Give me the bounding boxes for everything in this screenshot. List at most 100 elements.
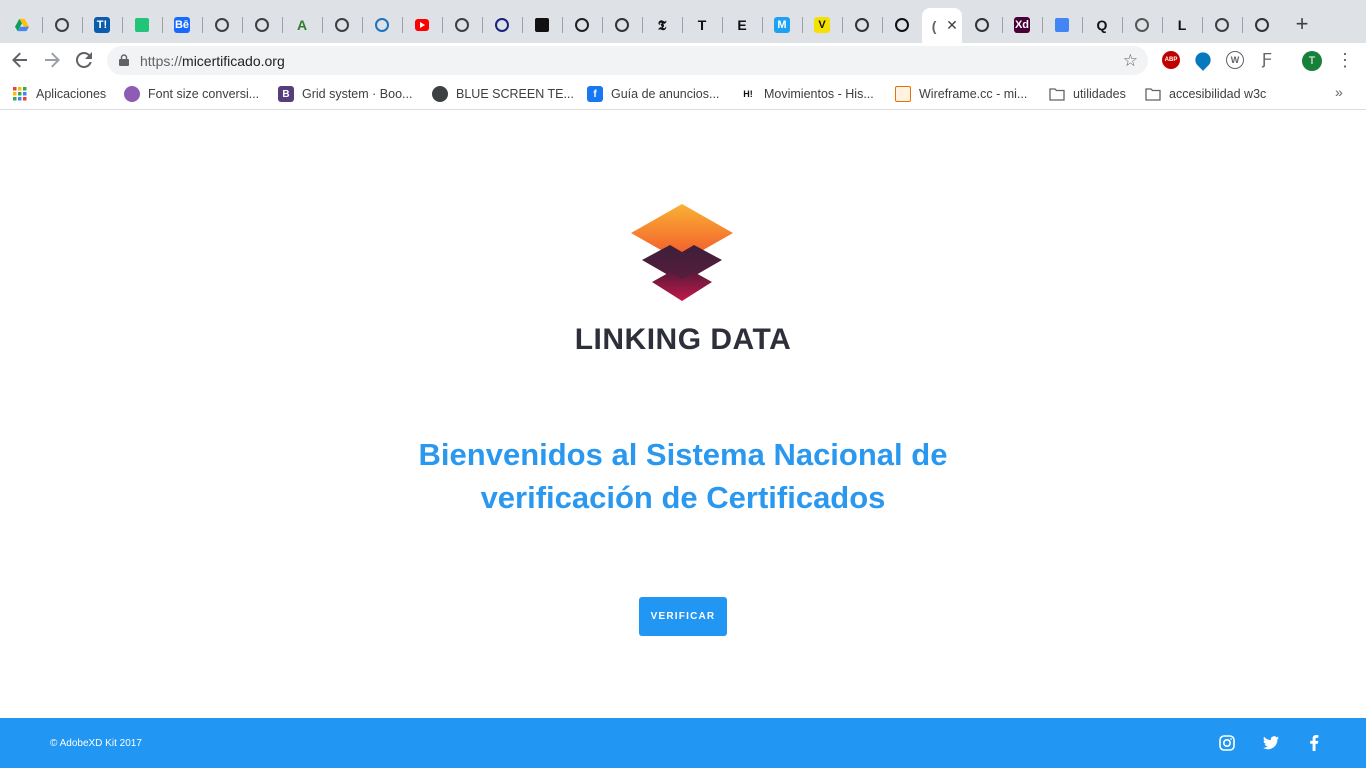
q-letter-icon: Q xyxy=(1096,17,1108,33)
browser-tab[interactable] xyxy=(322,9,362,41)
face-icon xyxy=(615,18,629,32)
browser-tab[interactable]: L xyxy=(1162,9,1202,41)
url-host: micertificado.org xyxy=(182,53,285,69)
welcome-heading: Bienvenidos al Sistema Nacional de verif… xyxy=(383,433,983,519)
back-arrow-icon xyxy=(12,52,27,68)
close-tab-icon[interactable]: ✕ xyxy=(946,17,958,34)
twitter-icon[interactable] xyxy=(1263,735,1279,751)
browser-tab[interactable] xyxy=(442,9,482,41)
wappalyzer-icon[interactable]: W xyxy=(1226,51,1244,69)
bookmark-label: utilidades xyxy=(1073,87,1126,101)
google-docs-icon xyxy=(1055,18,1069,32)
verify-button[interactable]: VERIFICAR xyxy=(639,597,727,636)
tab-strip: T! Bē A 𝕿 T E M V (✕ Xd Q L + xyxy=(0,0,1366,43)
profile-avatar[interactable]: T xyxy=(1302,51,1322,71)
browser-tab[interactable] xyxy=(362,9,402,41)
behance-icon: Bē xyxy=(174,17,190,33)
bookmark-label: Movimientos - His... xyxy=(764,87,874,101)
browser-toolbar: https://micertificado.org ☆ ABP W Ƒ T ⋮ xyxy=(0,43,1366,78)
stack-icon xyxy=(1135,18,1149,32)
pdf-icon xyxy=(855,18,869,32)
bookmark-star-icon[interactable]: ☆ xyxy=(1123,51,1138,71)
adblock-icon[interactable]: ABP xyxy=(1162,51,1180,69)
bird-icon xyxy=(375,18,389,32)
browser-tab[interactable]: M xyxy=(762,9,802,41)
globe-icon xyxy=(55,18,69,32)
bookmark-label: accesibilidad w3c xyxy=(1169,87,1267,101)
apps-grid-icon xyxy=(12,86,28,102)
bookmark-item[interactable]: BLUE SCREEN TE... xyxy=(432,84,574,104)
browser-tab[interactable] xyxy=(42,9,82,41)
font-icon[interactable]: Ƒ xyxy=(1258,51,1276,69)
chrome-icon xyxy=(1255,18,1269,32)
bookmark-item[interactable]: H! Movimientos - His... xyxy=(740,84,874,104)
browser-tab[interactable] xyxy=(842,9,882,41)
browser-tab[interactable] xyxy=(1202,9,1242,41)
bootstrap-icon: B xyxy=(278,86,294,102)
google-drive-icon xyxy=(15,18,29,32)
browser-tab[interactable] xyxy=(882,9,922,41)
back-button[interactable] xyxy=(7,47,33,73)
globe-icon xyxy=(432,86,448,102)
url-scheme: https:// xyxy=(140,53,183,69)
browser-tab[interactable] xyxy=(242,9,282,41)
browser-tab[interactable] xyxy=(202,9,242,41)
browser-tab[interactable]: Bē xyxy=(162,9,202,41)
browser-tab[interactable] xyxy=(2,9,42,41)
e-letter-icon: E xyxy=(737,17,747,33)
browser-tab[interactable]: Xd xyxy=(1002,9,1042,41)
page-content: LINKING DATA Bienvenidos al Sistema Naci… xyxy=(0,111,1366,718)
a-letter-icon: A xyxy=(296,17,308,33)
ha-icon: H! xyxy=(743,89,753,99)
bookmark-item[interactable]: Font size conversi... xyxy=(124,84,259,104)
black-square-icon xyxy=(535,18,549,32)
browser-tab[interactable] xyxy=(1242,9,1282,41)
globe-icon xyxy=(335,18,349,32)
browser-tab[interactable] xyxy=(522,9,562,41)
browser-tab[interactable]: (✕ xyxy=(922,8,962,43)
bookmark-item[interactable]: accesibilidad w3c xyxy=(1145,84,1266,104)
browser-tab[interactable] xyxy=(1042,9,1082,41)
new-tab-button[interactable]: + xyxy=(1290,13,1314,37)
welcome-heading-line-2: verificación de Certificados xyxy=(480,480,886,515)
browser-tab[interactable]: Q xyxy=(1082,9,1122,41)
browser-tab[interactable]: T xyxy=(682,9,722,41)
facebook-icon[interactable] xyxy=(1306,735,1322,751)
stripes-icon xyxy=(575,18,589,32)
browser-tab[interactable] xyxy=(962,9,1002,41)
bookmark-label: Wireframe.cc - mi... xyxy=(919,87,1028,101)
browser-menu-icon[interactable]: ⋮ xyxy=(1336,49,1354,71)
globe-icon xyxy=(455,18,469,32)
folder-icon xyxy=(1049,86,1065,102)
browser-tab[interactable]: A xyxy=(282,9,322,41)
browser-tab[interactable] xyxy=(1122,9,1162,41)
browser-tab[interactable] xyxy=(402,9,442,41)
browser-tab[interactable]: V xyxy=(802,9,842,41)
bookmark-label: BLUE SCREEN TE... xyxy=(456,87,574,101)
font-size-icon xyxy=(124,86,140,102)
browser-tab[interactable] xyxy=(562,9,602,41)
folder-icon xyxy=(1145,86,1161,102)
browser-tab[interactable] xyxy=(122,9,162,41)
nyt-icon: 𝕿 xyxy=(657,16,667,33)
forward-button[interactable] xyxy=(39,47,65,73)
instagram-icon[interactable] xyxy=(1219,735,1235,751)
bookmark-item[interactable]: Aplicaciones xyxy=(12,84,106,104)
bookmark-item[interactable]: B Grid system · Boo... xyxy=(278,84,412,104)
bookmark-item[interactable]: Wireframe.cc - mi... xyxy=(895,84,1027,104)
bookmark-label: Grid system · Boo... xyxy=(302,87,413,101)
reload-button[interactable] xyxy=(71,47,97,73)
address-bar[interactable]: https://micertificado.org ☆ xyxy=(107,46,1148,75)
bookmark-item[interactable]: utilidades xyxy=(1049,84,1126,104)
browser-tab[interactable]: 𝕿 xyxy=(642,9,682,41)
browser-tab[interactable] xyxy=(482,9,522,41)
bookmark-item[interactable]: f Guía de anuncios... xyxy=(587,84,719,104)
browser-tab[interactable]: E xyxy=(722,9,762,41)
drupal-icon[interactable] xyxy=(1192,49,1214,71)
browser-tab[interactable]: T! xyxy=(82,9,122,41)
browser-tab[interactable] xyxy=(602,9,642,41)
eye-icon xyxy=(895,18,909,32)
footer-copyright: © AdobeXD Kit 2017 xyxy=(50,738,142,749)
bookmarks-overflow-button[interactable]: » xyxy=(1335,84,1343,100)
circle-logo-icon xyxy=(495,18,509,32)
